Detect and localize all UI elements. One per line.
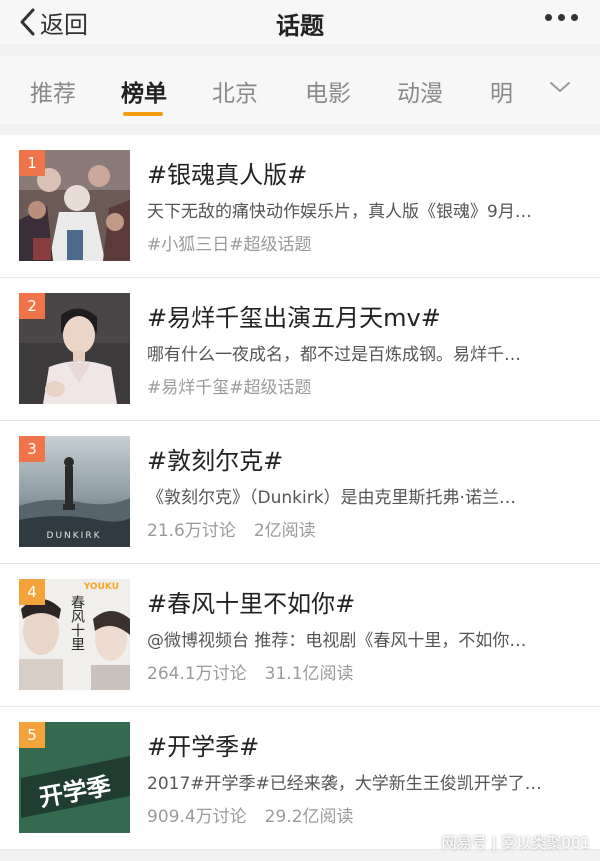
read-count: 29.2亿阅读 [264,807,354,827]
rank-badge: 4 [19,579,45,605]
rank-badge: 3 [19,436,45,462]
topic-description: 天下无敌的痛快动作娱乐片，真人版《银魂》9月… [147,202,532,222]
category-tab-bar: 推荐 榜单 北京 电影 动漫 明 [0,56,600,124]
discussion-count: 21.6万讨论 [147,521,236,541]
tab-recommend[interactable]: 推荐 [30,74,76,108]
topic-title: #春风十里不如你# [147,590,356,618]
read-count: 31.1亿阅读 [264,664,354,684]
rank-badge: 5 [19,722,45,748]
rank-badge: 1 [19,150,45,176]
topic-description: 2017#开学季#已经来袭，大学新生王俊凯开学了… [147,774,542,794]
tab-ranking[interactable]: 榜单 [121,74,167,108]
topic-thumbnail: 1 [19,150,130,261]
topic-description: 《敦刻尔克》（Dunkirk）是由克里斯托弗·诺兰… [147,488,516,508]
topic-meta: 909.4万讨论 29.2亿阅读 [147,802,354,827]
more-menu-button[interactable] [545,14,578,21]
topic-description: 哪有什么一夜成名，都不过是百炼成钢。易烊千… [147,345,521,365]
topic-thumbnail: 春风十里 YOUKU 4 [19,579,130,690]
topic-meta: #小狐三日#超级话题 [147,230,312,255]
topic-meta: 264.1万讨论 31.1亿阅读 [147,659,354,684]
topic-thumbnail: 2 [19,293,130,404]
discussion-count: 264.1万讨论 [147,664,247,684]
topic-title: #银魂真人版# [147,161,308,189]
topic-title: #开学季# [147,733,260,761]
youku-logo-text: YOUKU [83,582,119,592]
tab-movie[interactable]: 电影 [305,74,351,108]
topic-list: 1 #银魂真人版# 天下无敌的痛快动作娱乐片，真人版《银魂》9月… #小狐三日#… [0,135,600,850]
list-item[interactable]: 开学季 5 #开学季# 2017#开学季#已经来袭，大学新生王俊凯开学了… 90… [0,707,600,850]
topic-meta: 21.6万讨论 2亿阅读 [147,516,316,541]
topic-thumbnail: 开学季 5 [19,722,130,833]
navigation-bar: 返回 话题 [0,0,600,44]
topic-tag: #易烊千玺#超级话题 [147,378,312,398]
more-dot [558,14,565,21]
list-item[interactable]: DUNKIRK 3 #敦刻尔克# 《敦刻尔克》（Dunkirk）是由克里斯托弗·… [0,421,600,564]
list-item[interactable]: 春风十里 YOUKU 4 #春风十里不如你# @微博视频台 推荐：电视剧《春风十… [0,564,600,707]
more-dots-icon [545,14,552,21]
poster-title-text: 春风十里 [69,595,85,651]
topic-title: #易烊千玺出演五月天mv# [147,304,441,332]
topic-thumbnail: DUNKIRK 3 [19,436,130,547]
tab-beijing[interactable]: 北京 [212,74,258,108]
chevron-down-icon[interactable] [548,78,572,96]
topic-tag: #小狐三日#超级话题 [147,235,312,255]
topic-description: @微博视频台 推荐：电视剧《春风十里，不如你… [147,631,527,651]
read-count: 2亿阅读 [253,521,316,541]
topic-title: #敦刻尔克# [147,447,284,475]
list-item[interactable]: 1 #银魂真人版# 天下无敌的痛快动作娱乐片，真人版《银魂》9月… #小狐三日#… [0,135,600,278]
tab-celebrity[interactable]: 明 [490,74,513,108]
discussion-count: 909.4万讨论 [147,807,247,827]
rank-badge: 2 [19,293,45,319]
more-dot [571,14,578,21]
poster-title-text: DUNKIRK [47,531,102,541]
active-tab-indicator [123,112,163,116]
topic-meta: #易烊千玺#超级话题 [147,373,312,398]
page-title: 话题 [276,12,324,40]
watermark-text: 网易号 | 雾以类聚001 [441,834,590,852]
tab-anime[interactable]: 动漫 [397,74,443,108]
list-item[interactable]: 2 #易烊千玺出演五月天mv# 哪有什么一夜成名，都不过是百炼成钢。易烊千… #… [0,278,600,421]
